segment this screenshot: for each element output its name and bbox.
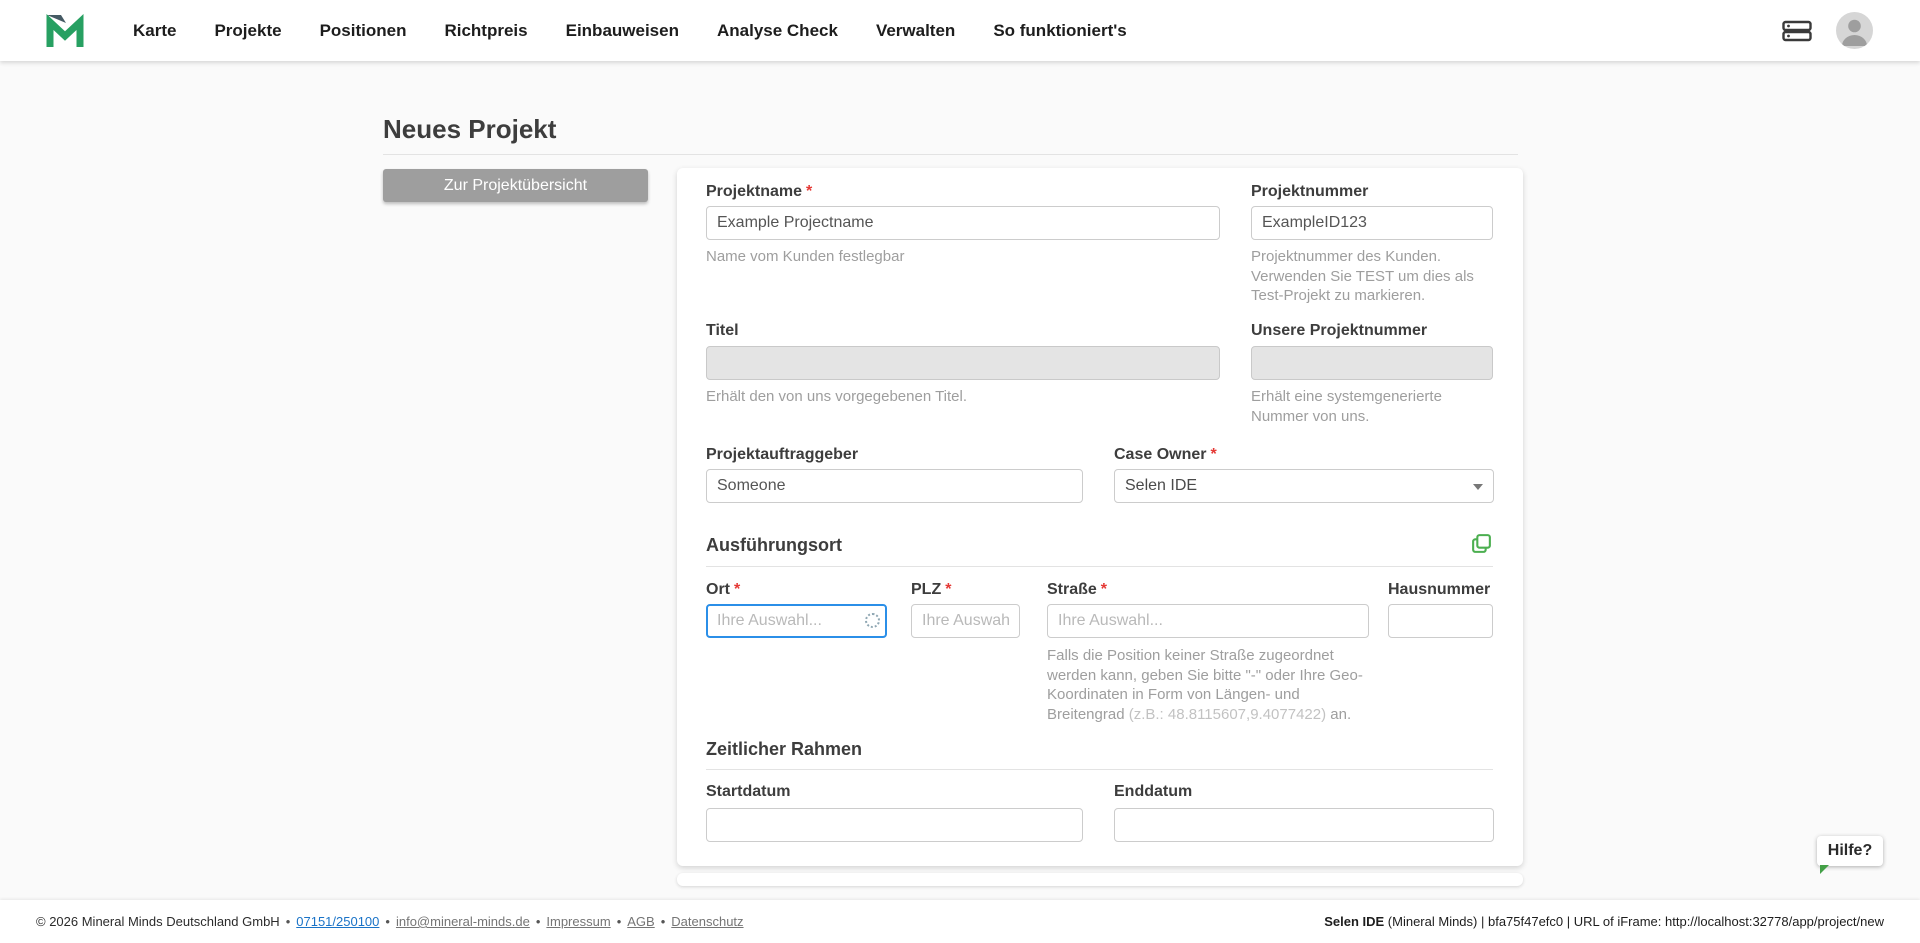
projektnummer-input[interactable] xyxy=(1251,206,1493,240)
unsere-projektnummer-input xyxy=(1251,346,1493,380)
titel-label: Titel xyxy=(706,322,739,340)
nav-item-karte[interactable]: Karte xyxy=(114,0,195,61)
projektnummer-helper: Projektnummer des Kunden. Verwenden Sie … xyxy=(1251,247,1493,306)
navbar-right xyxy=(1782,12,1873,49)
logo-icon xyxy=(44,10,86,52)
strasse-helper: Falls die Position keiner Straße zugeord… xyxy=(1047,646,1373,724)
footer-session-info: Selen IDE (Mineral Minds) | bfa75f47efc0… xyxy=(1324,914,1884,929)
footer: © 2026 Mineral Minds Deutschland GmbH • … xyxy=(0,900,1920,943)
section-ausfuehrungsort-heading: Ausführungsort xyxy=(706,535,842,556)
section-divider xyxy=(706,566,1493,567)
navbar: Karte Projekte Positionen Richtpreis Ein… xyxy=(0,0,1920,61)
logo[interactable] xyxy=(44,10,86,52)
ort-input[interactable] xyxy=(706,604,887,638)
main-nav: Karte Projekte Positionen Richtpreis Ein… xyxy=(114,0,1146,61)
new-project-form-card: Projektname* Name vom Kunden festlegbar … xyxy=(677,168,1523,866)
duplicate-icon[interactable] xyxy=(1470,532,1493,555)
projektauftraggeber-label: Projektauftraggeber xyxy=(706,446,858,464)
page-title: Neues Projekt xyxy=(383,114,556,145)
plz-label: PLZ* xyxy=(911,581,951,599)
separator: • xyxy=(385,914,390,929)
strasse-input[interactable] xyxy=(1047,604,1369,638)
ort-label: Ort* xyxy=(706,581,740,599)
footer-user-name: Selen IDE xyxy=(1324,914,1384,929)
loading-spinner-icon xyxy=(865,613,880,628)
footer-datenschutz-link[interactable]: Datenschutz xyxy=(671,914,743,929)
enddatum-label: Enddatum xyxy=(1114,783,1192,801)
required-asterisk: * xyxy=(1101,581,1107,598)
required-asterisk: * xyxy=(734,581,740,598)
ort-label-text: Ort xyxy=(706,581,730,598)
startdatum-input[interactable] xyxy=(706,808,1083,842)
separator: • xyxy=(536,914,541,929)
required-asterisk: * xyxy=(1210,446,1216,463)
projektnummer-label: Projektnummer xyxy=(1251,183,1368,201)
nav-item-verwalten[interactable]: Verwalten xyxy=(857,0,974,61)
enddatum-label-text: Enddatum xyxy=(1114,783,1192,800)
hausnummer-input[interactable] xyxy=(1388,604,1493,638)
titel-label-text: Titel xyxy=(706,322,739,339)
footer-left: © 2026 Mineral Minds Deutschland GmbH • … xyxy=(36,914,744,929)
chevron-down-icon xyxy=(1473,484,1483,490)
avatar[interactable] xyxy=(1836,12,1873,49)
case-owner-label-text: Case Owner xyxy=(1114,446,1206,463)
projektnummer-label-text: Projektnummer xyxy=(1251,183,1368,200)
enddatum-input[interactable] xyxy=(1114,808,1494,842)
strasse-helper-suffix: an. xyxy=(1326,706,1351,723)
section-divider xyxy=(706,769,1493,770)
projektname-helper: Name vom Kunden festlegbar xyxy=(706,247,1220,267)
required-asterisk: * xyxy=(806,183,812,200)
unsere-projektnummer-label: Unsere Projektnummer xyxy=(1251,322,1427,340)
projektauftraggeber-label-text: Projektauftraggeber xyxy=(706,446,858,463)
unsere-projektnummer-helper: Erhält eine systemgenerierte Nummer von … xyxy=(1251,387,1493,426)
separator: • xyxy=(286,914,291,929)
case-owner-select[interactable]: Selen IDE xyxy=(1114,469,1494,503)
nav-item-positionen[interactable]: Positionen xyxy=(301,0,426,61)
help-button[interactable]: Hilfe? xyxy=(1817,836,1883,866)
hausnummer-label: Hausnummer xyxy=(1388,581,1490,599)
separator: • xyxy=(617,914,622,929)
projektauftraggeber-input[interactable] xyxy=(706,469,1083,503)
footer-email-link[interactable]: info@mineral-minds.de xyxy=(396,914,530,929)
section-zeitlicher-rahmen-heading: Zeitlicher Rahmen xyxy=(706,739,862,760)
projektname-label: Projektname* xyxy=(706,183,812,201)
help-button-label: Hilfe? xyxy=(1828,842,1872,860)
separator: • xyxy=(661,914,666,929)
nav-item-projekte[interactable]: Projekte xyxy=(195,0,300,61)
hausnummer-label-text: Hausnummer xyxy=(1388,581,1490,598)
strasse-helper-example: (z.B.: 48.8115607,9.4077422) xyxy=(1129,706,1326,723)
next-section-card-edge xyxy=(677,873,1523,886)
plz-input[interactable] xyxy=(911,604,1020,638)
startdatum-label: Startdatum xyxy=(706,783,790,801)
startdatum-label-text: Startdatum xyxy=(706,783,790,800)
server-icon[interactable] xyxy=(1782,20,1812,42)
titel-input xyxy=(706,346,1220,380)
strasse-label: Straße* xyxy=(1047,581,1107,599)
projektname-input[interactable] xyxy=(706,206,1220,240)
required-asterisk: * xyxy=(945,581,951,598)
footer-session-details: (Mineral Minds) | bfa75f47efc0 | URL of … xyxy=(1384,914,1884,929)
plz-label-text: PLZ xyxy=(911,581,941,598)
nav-item-einbauweisen[interactable]: Einbauweisen xyxy=(547,0,698,61)
title-divider xyxy=(383,154,1518,155)
nav-item-so-funktionierts[interactable]: So funktioniert's xyxy=(974,0,1145,61)
strasse-label-text: Straße xyxy=(1047,581,1097,598)
projektname-label-text: Projektname xyxy=(706,183,802,200)
titel-helper: Erhält den von uns vorgegebenen Titel. xyxy=(706,387,1220,407)
footer-agb-link[interactable]: AGB xyxy=(627,914,654,929)
case-owner-label: Case Owner* xyxy=(1114,446,1217,464)
footer-phone-link[interactable]: 07151/250100 xyxy=(296,914,379,929)
footer-copyright: © 2026 Mineral Minds Deutschland GmbH xyxy=(36,914,280,929)
ort-field xyxy=(706,604,887,638)
unsere-projektnummer-label-text: Unsere Projektnummer xyxy=(1251,322,1427,339)
project-overview-button[interactable]: Zur Projektübersicht xyxy=(383,169,648,202)
case-owner-selected-value: Selen IDE xyxy=(1125,477,1197,495)
nav-item-richtpreis[interactable]: Richtpreis xyxy=(425,0,546,61)
nav-item-analyse-check[interactable]: Analyse Check xyxy=(698,0,857,61)
footer-impressum-link[interactable]: Impressum xyxy=(546,914,610,929)
